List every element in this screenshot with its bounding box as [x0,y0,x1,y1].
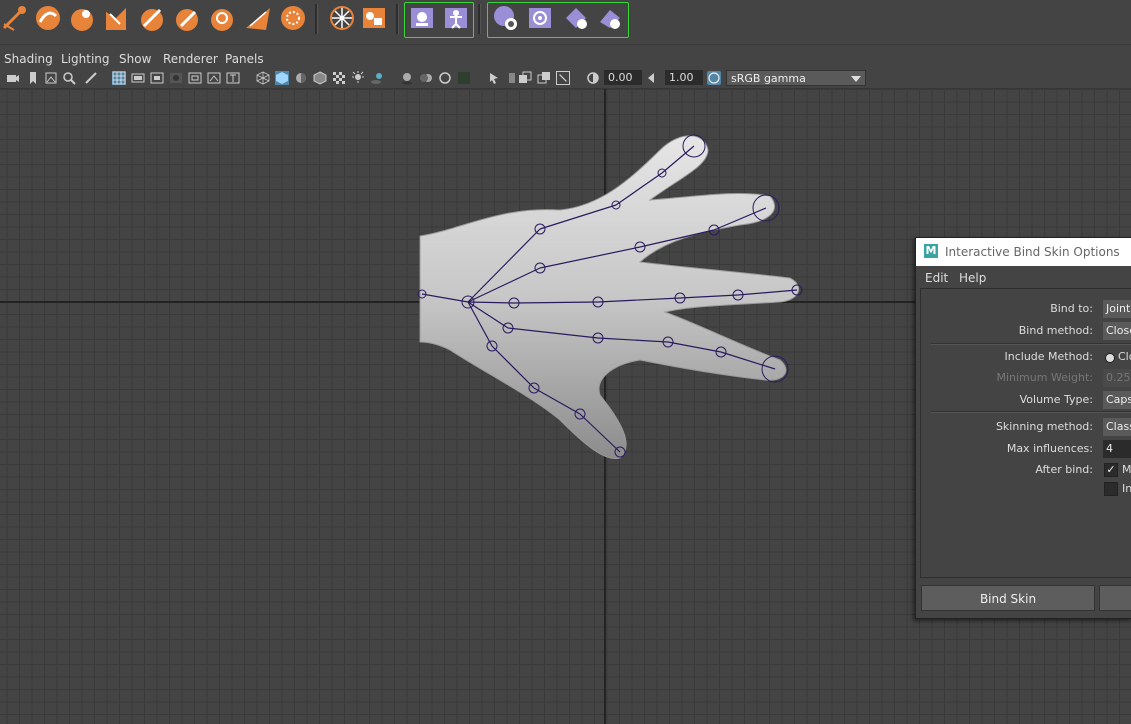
after-bind-checkbox-2[interactable] [1104,482,1118,496]
maya-logo-icon: M [924,244,938,258]
bind-to-select[interactable]: Joint [1103,300,1131,318]
volume-type-label: Volume Type: [1019,393,1093,406]
include-method-label: Include Method: [1004,350,1094,363]
include-method-radio[interactable] [1105,353,1115,363]
bind-to-label: Bind to: [1050,302,1093,315]
max-influences-label: Max influences: [1006,442,1093,455]
after-bind-option-1: Ma [1122,463,1131,476]
section-divider [931,411,1131,413]
dialog-titlebar[interactable]: M Interactive Bind Skin Options [916,238,1131,266]
skinning-method-select[interactable]: Class [1103,418,1131,436]
dialog-title: Interactive Bind Skin Options [945,245,1120,259]
bind-method-select[interactable]: Close [1103,322,1131,340]
dialog-second-button[interactable] [1099,585,1131,611]
dialog-menubar: Edit Help [916,267,1131,287]
include-method-option: Clo [1118,350,1131,363]
minimum-weight-field[interactable]: 0.250 [1103,369,1131,387]
max-influences-field[interactable]: 4 [1103,440,1131,458]
section-divider [931,343,1131,345]
menu-edit[interactable]: Edit [925,271,948,285]
bind-skin-button[interactable]: Bind Skin [921,585,1095,611]
dialog-options-panel: Bind to: Joint Bind method: Close Includ… [920,288,1131,578]
bind-method-label: Bind method: [1018,324,1093,337]
after-bind-option-2: Inc [1122,482,1131,495]
hand-mesh[interactable] [419,135,800,460]
skinning-method-label: Skinning method: [995,420,1093,433]
interactive-bind-skin-dialog: M Interactive Bind Skin Options Edit Hel… [915,237,1131,619]
minimum-weight-label: Minimum Weight: [996,371,1093,384]
volume-type-select[interactable]: Capsu [1103,391,1131,409]
after-bind-label: After bind: [1035,463,1093,476]
after-bind-checkbox-1[interactable]: ✓ [1104,463,1118,477]
menu-help[interactable]: Help [959,271,986,285]
